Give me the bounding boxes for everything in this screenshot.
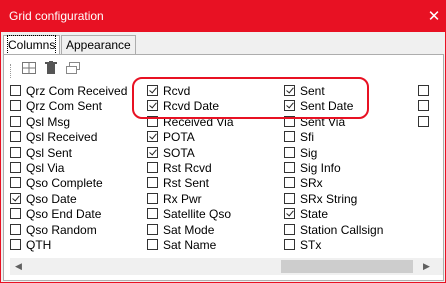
checkbox[interactable] <box>10 177 21 189</box>
grid-configuration-window: Grid configuration ✕ Columns Appearance … <box>0 0 446 283</box>
scroll-left-icon[interactable]: ◀ <box>10 258 27 275</box>
close-icon[interactable]: ✕ <box>425 8 443 26</box>
checkbox[interactable] <box>284 177 295 189</box>
checkbox[interactable] <box>284 239 295 250</box>
tab-columns-label: Columns <box>6 35 57 55</box>
grid-layout-icon[interactable] <box>20 61 38 79</box>
column-option-label: Qsl Received <box>26 130 98 145</box>
column-option-label: State <box>300 207 329 222</box>
column-option-label: STx <box>300 238 322 252</box>
window-icon[interactable] <box>64 61 82 79</box>
column-option-label: Qrz Com Received <box>26 84 128 98</box>
column-option-label: Rst Sent <box>163 176 210 191</box>
checkbox[interactable] <box>147 208 158 220</box>
checkbox[interactable] <box>10 208 21 220</box>
window-title: Grid configuration <box>9 9 104 23</box>
checkbox[interactable] <box>147 192 158 204</box>
checkbox[interactable] <box>147 239 158 250</box>
title-bar: Grid configuration ✕ <box>1 1 445 32</box>
column-option-label: Rst Rcvd <box>163 161 212 175</box>
checkbox[interactable] <box>147 177 158 189</box>
column-option-label: Qso Random <box>26 222 97 237</box>
column-option-label: Qso Date <box>26 191 77 206</box>
column-option-label: Qrz Com Sent <box>26 99 103 114</box>
checkbox[interactable] <box>10 162 21 173</box>
checkbox[interactable] <box>10 131 21 143</box>
delete-icon[interactable] <box>42 61 60 79</box>
checkbox[interactable] <box>147 162 158 173</box>
column-option-label: Qso End Date <box>26 207 102 222</box>
column-option-label: Qsl Via <box>26 161 65 175</box>
column-option-label: Station Callsign <box>300 222 384 237</box>
checkbox-checked[interactable] <box>284 208 295 220</box>
column-option-label: SRx <box>300 176 323 191</box>
toolbar-grip[interactable] <box>10 64 13 78</box>
checkbox-checked[interactable] <box>147 146 158 158</box>
checkbox[interactable] <box>284 131 295 143</box>
checkbox[interactable] <box>418 115 429 127</box>
horizontal-scrollbar[interactable]: ◀ ▶ <box>10 258 435 275</box>
checkbox[interactable] <box>418 85 429 96</box>
scroll-corner <box>430 258 443 275</box>
checkbox[interactable] <box>418 100 429 112</box>
checkbox[interactable] <box>10 100 21 112</box>
column-option-label: Qsl Msg <box>26 114 71 129</box>
column-option-label: Sig <box>300 145 318 160</box>
checkbox[interactable] <box>147 223 158 235</box>
column-option-label: SOTA <box>163 145 195 160</box>
checkbox[interactable] <box>10 239 21 250</box>
tab-columns[interactable]: Columns <box>3 35 61 55</box>
scroll-thumb[interactable] <box>281 260 413 273</box>
column-option-label: POTA <box>163 130 195 145</box>
column-option-label: Sat Name <box>163 238 217 252</box>
tab-appearance[interactable]: Appearance <box>61 35 136 55</box>
checkbox[interactable] <box>284 162 295 173</box>
column-option-label: Qsl Sent <box>26 145 73 160</box>
checkbox[interactable] <box>10 115 21 127</box>
column-option-label: SRx String <box>300 191 358 206</box>
column-option-label: Satellite Qso <box>163 207 232 222</box>
column-option-label: Rx Pwr <box>163 191 202 206</box>
column-option-label: Qso Complete <box>26 176 103 191</box>
column-option-label: Sig Info <box>300 161 341 175</box>
checkbox[interactable] <box>284 192 295 204</box>
checkbox[interactable] <box>284 223 295 235</box>
checkbox[interactable] <box>10 85 21 96</box>
checkbox[interactable] <box>284 146 295 158</box>
highlight-annotation <box>132 77 369 119</box>
checkbox[interactable] <box>10 146 21 158</box>
column-option-label: QTH <box>26 238 52 252</box>
checkbox-checked[interactable] <box>147 131 158 143</box>
checkbox[interactable] <box>10 223 21 235</box>
tab-appearance-label: Appearance <box>66 38 131 52</box>
checkbox-checked[interactable] <box>10 192 21 204</box>
column-option-label: Sfi <box>300 130 315 145</box>
column-option-label: Sat Mode <box>163 222 215 237</box>
